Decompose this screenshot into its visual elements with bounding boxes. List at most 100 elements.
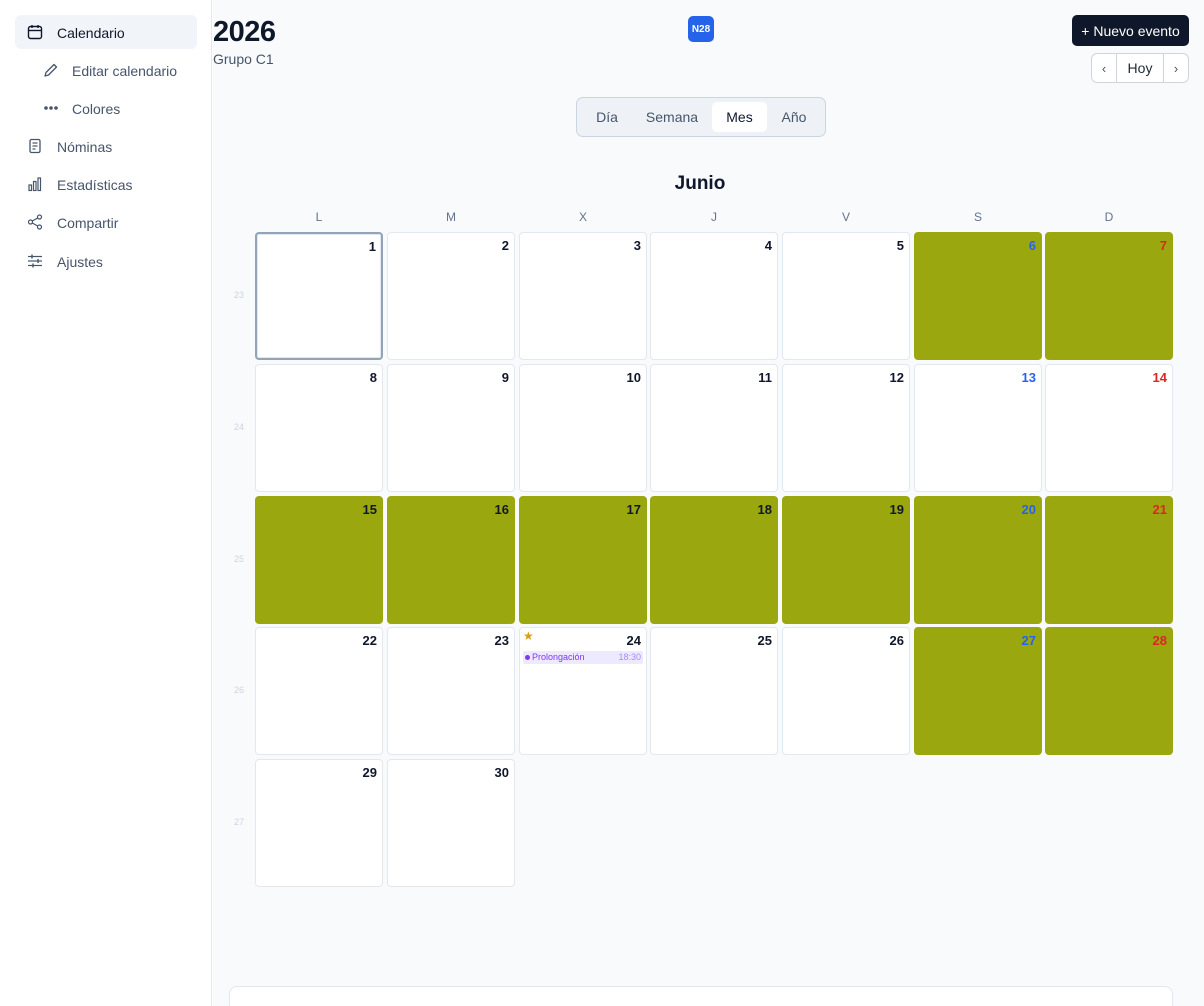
- sidebar-item-nominas[interactable]: Nóminas: [15, 129, 197, 163]
- day-number: 11: [758, 370, 772, 385]
- weekday-label: L: [315, 210, 323, 224]
- day-cell[interactable]: 16: [387, 496, 515, 624]
- day-number: 15: [362, 502, 377, 517]
- tab-dia[interactable]: Día: [585, 102, 629, 132]
- week-number-badge: N28: [688, 16, 714, 42]
- weekday-label: M: [446, 210, 456, 224]
- bottom-panel: [229, 986, 1173, 1006]
- day-number: 8: [369, 370, 377, 385]
- day-cell[interactable]: 12: [782, 364, 910, 492]
- day-number: 21: [1152, 502, 1167, 517]
- day-number: 27: [1021, 633, 1036, 648]
- sidebar-item-label: Compartir: [57, 215, 119, 231]
- day-cell[interactable]: 5: [782, 232, 910, 360]
- day-number: 25: [757, 633, 772, 648]
- bar-chart-icon: [28, 177, 42, 192]
- day-cell[interactable]: 28: [1045, 627, 1173, 755]
- week-number: 27: [233, 817, 244, 827]
- weekday-label: V: [841, 210, 850, 224]
- day-cell[interactable]: 27: [914, 627, 1042, 755]
- day-cell[interactable]: 24 ★ Prolongación 18:30: [519, 627, 647, 755]
- sidebar-item-compartir[interactable]: Compartir: [15, 205, 197, 239]
- day-cell[interactable]: 3: [519, 232, 647, 360]
- day-number: 4: [764, 238, 772, 253]
- main-area: 2026 Grupo C1 N28 + Nuevo evento ‹ Hoy ›…: [213, 0, 1204, 1006]
- day-cell[interactable]: 6: [914, 232, 1042, 360]
- day-number: 30: [494, 765, 509, 780]
- day-cell[interactable]: 30: [387, 759, 515, 887]
- week-number: 23: [233, 290, 244, 300]
- day-number: 16: [494, 502, 509, 517]
- day-cell[interactable]: 29: [255, 759, 383, 887]
- sidebar-item-label: Colores: [72, 101, 121, 117]
- day-number: 6: [1028, 238, 1036, 253]
- next-button[interactable]: ›: [1164, 54, 1188, 82]
- sidebar-item-colores[interactable]: Colores: [15, 91, 197, 125]
- day-cell[interactable]: 1: [255, 232, 383, 360]
- day-cell[interactable]: 14: [1045, 364, 1173, 492]
- sidebar-item-calendario[interactable]: Calendario: [15, 15, 197, 49]
- day-cell[interactable]: 7: [1045, 232, 1173, 360]
- day-cell[interactable]: 19: [782, 496, 910, 624]
- sliders-icon: [28, 254, 42, 268]
- day-cell[interactable]: 4: [650, 232, 778, 360]
- calendar-icon: [27, 25, 43, 40]
- event-chip[interactable]: Prolongación 18:30: [523, 651, 643, 664]
- day-number: 20: [1021, 502, 1036, 517]
- sidebar-item-estadisticas[interactable]: Estadísticas: [15, 167, 197, 201]
- week-number: 26: [233, 685, 244, 695]
- tab-mes[interactable]: Mes: [712, 102, 767, 132]
- day-cell[interactable]: 8: [255, 364, 383, 492]
- pencil-icon: [44, 63, 58, 77]
- week-number: 24: [233, 422, 244, 432]
- weekday-label: X: [578, 210, 587, 224]
- day-number: 13: [1021, 370, 1036, 385]
- day-cell[interactable]: 23: [387, 627, 515, 755]
- weekday-label: S: [973, 210, 982, 224]
- day-number: 22: [362, 633, 377, 648]
- sidebar-item-label: Ajustes: [57, 254, 103, 270]
- day-cell[interactable]: 18: [650, 496, 778, 624]
- tab-semana[interactable]: Semana: [635, 102, 709, 132]
- event-title: Prolongación: [532, 652, 585, 662]
- day-cell[interactable]: 22: [255, 627, 383, 755]
- sidebar-item-ajustes[interactable]: Ajustes: [15, 244, 197, 278]
- tab-ano[interactable]: Año: [770, 102, 818, 132]
- event-dot-icon: [525, 655, 530, 660]
- month-title: Junio: [674, 173, 726, 194]
- day-number: 12: [889, 370, 904, 385]
- day-cell[interactable]: 13: [914, 364, 1042, 492]
- view-switcher: Día Semana Mes Año: [576, 97, 826, 137]
- sidebar: Calendario Editar calendario Colores Nóm…: [0, 0, 212, 1006]
- day-number: 5: [896, 238, 904, 253]
- sidebar-item-label: Calendario: [57, 25, 125, 41]
- day-cell[interactable]: 26: [782, 627, 910, 755]
- day-number: 24: [626, 633, 641, 648]
- day-cell[interactable]: 15: [255, 496, 383, 624]
- day-number: 19: [889, 502, 904, 517]
- prev-button[interactable]: ‹: [1092, 54, 1116, 82]
- day-cell[interactable]: 10: [519, 364, 647, 492]
- sidebar-item-editar-calendario[interactable]: Editar calendario: [15, 53, 197, 87]
- day-cell[interactable]: 9: [387, 364, 515, 492]
- weekday-label: J: [711, 210, 717, 224]
- day-cell[interactable]: 25: [650, 627, 778, 755]
- day-cell[interactable]: 17: [519, 496, 647, 624]
- date-navigation: ‹ Hoy ›: [1091, 53, 1189, 83]
- day-number: 1: [368, 239, 376, 254]
- today-button[interactable]: Hoy: [1116, 54, 1164, 82]
- new-event-button[interactable]: + Nuevo evento: [1072, 15, 1189, 46]
- day-number: 2: [501, 238, 509, 253]
- week-number: 25: [233, 554, 244, 564]
- day-number: 9: [501, 370, 509, 385]
- day-cell[interactable]: 21: [1045, 496, 1173, 624]
- day-number: 29: [362, 765, 377, 780]
- sidebar-item-label: Estadísticas: [57, 177, 133, 193]
- dots-icon: [44, 106, 58, 110]
- sidebar-item-label: Nóminas: [57, 139, 113, 155]
- day-number: 14: [1152, 370, 1167, 385]
- day-cell[interactable]: 2: [387, 232, 515, 360]
- day-number: 26: [889, 633, 904, 648]
- day-cell[interactable]: 20: [914, 496, 1042, 624]
- day-cell[interactable]: 11: [650, 364, 778, 492]
